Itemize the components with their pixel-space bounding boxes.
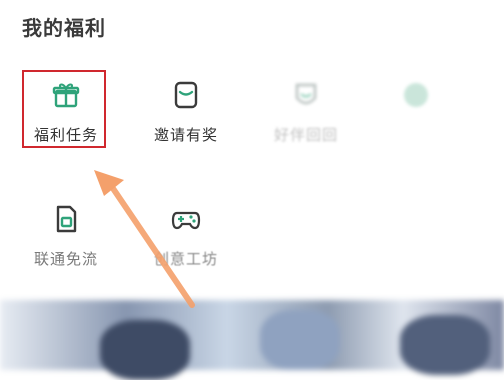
pointer-arrow — [94, 170, 195, 308]
